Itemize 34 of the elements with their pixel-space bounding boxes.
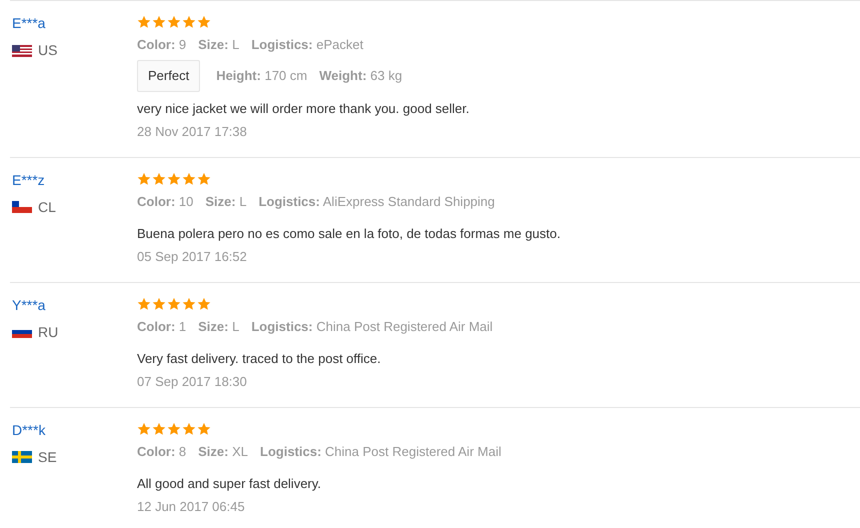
flag-icon	[12, 451, 32, 463]
attribute-text: Logistics: China Post Registered Air Mail	[260, 444, 502, 458]
attribute-text: Color: 8	[137, 444, 186, 458]
user-name[interactable]: E***z	[12, 170, 137, 188]
attribute-text: Logistics: ePacket	[251, 37, 364, 52]
country-code: US	[38, 41, 58, 60]
review-date: 07 Sep 2017 18:30	[137, 372, 248, 390]
review-comment: Very fast delivery. traced to the post office.	[137, 350, 382, 368]
user-name[interactable]: D***k	[12, 420, 137, 438]
attribute-text: Color: 1	[137, 318, 186, 334]
attribute-text: Logistics: AliExpress Standard Shipping	[258, 194, 495, 208]
attribute-text: Size: XL	[198, 444, 248, 458]
review-comment: Buena polera pero no es como sale en la foto, de todas formas me gusto.	[137, 224, 562, 242]
country-code: CL	[38, 198, 56, 216]
attribute-text: Color: 9	[137, 37, 186, 52]
attribute-text: Size: L	[198, 318, 240, 334]
attribute-text: Color: 10	[137, 194, 194, 208]
review-date: 05 Sep 2017 16:52	[137, 248, 248, 266]
fit-tag: Perfect	[137, 60, 200, 92]
review-comment: All good and super fast delivery.	[137, 474, 322, 492]
review-comment: very nice jacket we will order more thank you. good seller.	[137, 100, 470, 118]
flag-icon	[12, 44, 32, 56]
review-date: 28 Nov 2017 17:38	[137, 122, 248, 140]
attribute-text: Size: L	[205, 194, 247, 208]
review-date: 12 Jun 2017 06:45	[137, 498, 246, 516]
country-code: SE	[38, 448, 57, 466]
attribute-text: Size: L	[198, 37, 240, 52]
attribute-text: Height: 170 cm	[216, 67, 308, 85]
attribute-text: Weight: 63 kg	[319, 67, 402, 85]
user-name[interactable]: E***a	[12, 14, 137, 32]
user-name[interactable]: Y***a	[12, 296, 137, 314]
flag-icon	[12, 201, 32, 213]
country-code: RU	[38, 322, 58, 342]
attribute-text: Logistics: China Post Registered Air Mail	[251, 318, 493, 334]
